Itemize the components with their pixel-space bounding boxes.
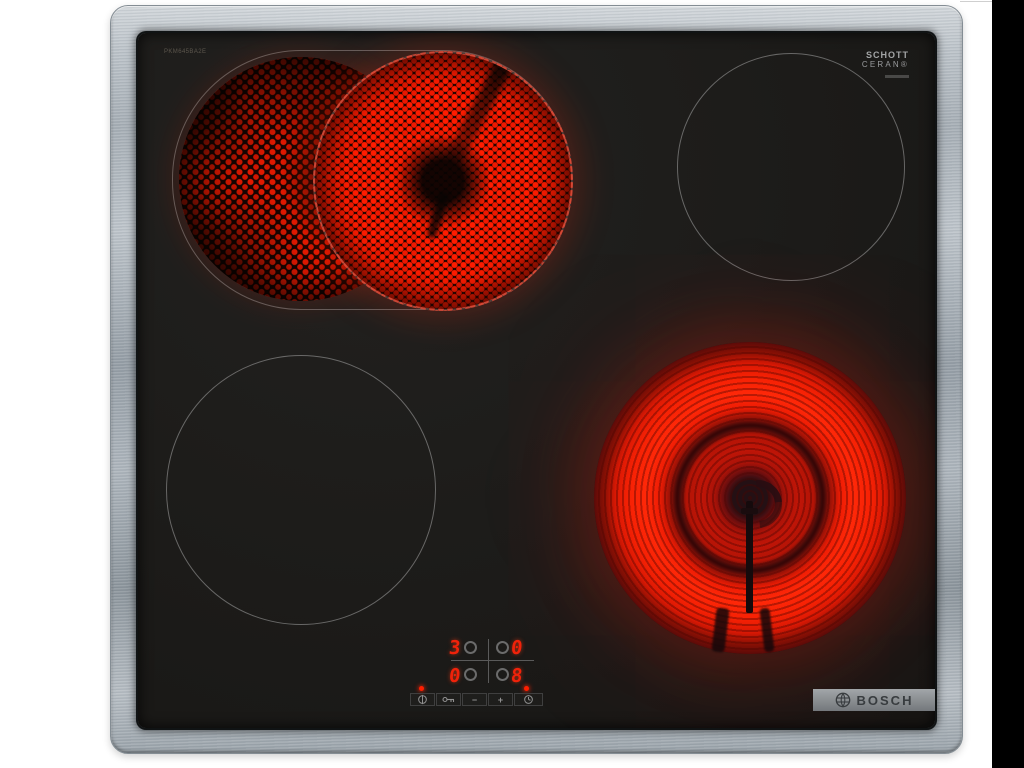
power-indicator-led	[419, 686, 424, 691]
plus-button: +	[488, 693, 513, 706]
power-icon	[417, 694, 428, 705]
model-number-text: PKM645BA2E	[164, 49, 206, 55]
zone-select-circle-back-left	[464, 641, 477, 654]
key-icon	[442, 695, 455, 704]
thermostat-rod-cap	[741, 508, 758, 514]
steel-frame: PKM645BA2E SCHOTT CERAN®	[110, 5, 963, 754]
schott-ceran-logo: SCHOTT CERAN®	[862, 51, 909, 78]
zone-back-right-outline	[677, 53, 905, 281]
zone-select-circle-front-right	[496, 668, 509, 681]
zone-front-left-outline	[166, 355, 436, 625]
power-button	[410, 693, 435, 706]
bosch-logo-band: BOSCH	[813, 689, 935, 711]
timer-button	[514, 693, 543, 706]
element-terminal-mark	[711, 607, 729, 652]
timer-icon	[523, 694, 534, 705]
display-digit-front-left: 0	[445, 665, 465, 683]
display-digit-back-right: 0	[507, 637, 527, 655]
zone-select-circle-front-left	[464, 668, 477, 681]
zone-front-right-heating-element-glowing	[594, 342, 906, 654]
schott-logo-line2: CERAN®	[862, 61, 909, 70]
timer-indicator-led	[524, 686, 529, 691]
element-terminal-mark	[759, 608, 774, 653]
display-divider-vertical	[488, 639, 489, 683]
page-background: PKM645BA2E SCHOTT CERAN®	[0, 0, 1024, 768]
thermostat-rod-silhouette	[746, 501, 753, 613]
child-lock-button	[436, 693, 461, 706]
ceramic-glass-surface: PKM645BA2E SCHOTT CERAN®	[138, 33, 935, 728]
right-black-bar	[992, 0, 1024, 768]
schott-logo-subtext-smudge	[885, 75, 909, 78]
bosch-emblem-icon	[835, 692, 851, 708]
display-digit-front-right: 8	[507, 665, 527, 683]
bosch-wordmark: BOSCH	[857, 693, 914, 708]
display-digit-back-left: 3	[445, 637, 465, 655]
zone-select-circle-back-right	[496, 641, 509, 654]
page-edge-line	[960, 1, 992, 2]
touch-control-row: − +	[410, 693, 544, 706]
display-divider-horizontal	[451, 660, 534, 661]
element-center-swirl	[724, 470, 792, 538]
minus-button: −	[462, 693, 487, 706]
zone-back-left-inner-element-glowing	[313, 51, 573, 311]
